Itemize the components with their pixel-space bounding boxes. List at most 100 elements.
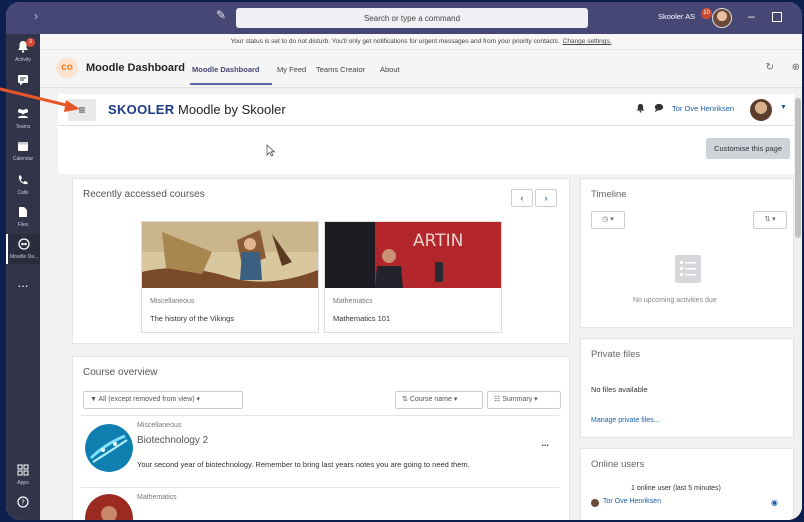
notification-bell-icon[interactable] — [636, 103, 645, 115]
maximize-icon[interactable] — [772, 12, 782, 22]
online-user-link[interactable]: Tor Ove Henriksen — [603, 498, 661, 505]
moodle-navbar: ≡ SKOOLER Moodle by Skooler Tor Ove Henr… — [58, 94, 796, 126]
view-dropdown[interactable]: ☷ Summary ▾ — [487, 391, 561, 409]
tab-moodle-dashboard[interactable]: Moodle Dashboard — [192, 65, 260, 74]
private-files-title: Private files — [591, 349, 641, 360]
biotechnology-thumbnail — [85, 424, 133, 472]
brand-text: Moodle by Skooler — [178, 102, 286, 117]
rail-item-activity[interactable]: 3 Activity — [6, 38, 40, 63]
customise-page-button[interactable]: Customise this page — [706, 138, 790, 159]
tab-teams-creator[interactable]: Teams Creator — [316, 65, 365, 74]
sort-label: Course name — [409, 396, 452, 403]
course-filter-dropdown[interactable]: ▼ All (except removed from view) ▾ — [83, 391, 243, 409]
globe-icon[interactable]: ⊕ — [792, 62, 800, 73]
online-user-avatar — [591, 499, 599, 507]
online-users-summary: 1 online user (last 5 minutes) — [631, 485, 721, 492]
view-label: Summary — [502, 396, 533, 403]
change-settings-link[interactable]: Change settings. — [563, 38, 612, 45]
site-brand[interactable]: SKOOLER Moodle by Skooler — [108, 102, 286, 117]
tab-about[interactable]: About — [380, 65, 400, 74]
title-bar: › ✎ Search or type a command Skooler AS … — [6, 2, 802, 34]
vikings-course-image — [142, 222, 318, 288]
overview-item-mathematics[interactable]: Mathematics — [81, 487, 559, 520]
user-name-link[interactable]: Tor Ove Henriksen — [672, 104, 734, 113]
mathematics-image-text: ARTIN — [413, 231, 463, 251]
calendar-icon — [6, 140, 40, 155]
sort-dropdown[interactable]: ⇅ Course name ▾ — [395, 391, 483, 409]
minimize-icon[interactable]: – — [748, 9, 755, 23]
refresh-icon[interactable]: ↻ — [766, 62, 774, 73]
online-users-title: Online users — [591, 459, 645, 470]
rail-item-chat[interactable] — [6, 74, 40, 89]
chat-icon — [6, 74, 40, 89]
scrollbar-thumb[interactable] — [795, 98, 801, 238]
rail-item-more[interactable]: ... — [6, 276, 40, 290]
overview-item-biotechnology[interactable]: Miscellaneous Biotechnology 2 Your secon… — [81, 415, 559, 483]
timeline-sort-button[interactable]: ⇅ ▾ — [753, 211, 787, 229]
chevron-down-icon: ▾ — [196, 396, 201, 403]
rail-item-moodle[interactable]: Moodle Da... — [6, 234, 40, 264]
app-header: co Moodle Dashboard Moodle Dashboard My … — [40, 50, 802, 88]
manage-private-files-link[interactable]: Manage private files... — [591, 417, 659, 424]
svg-text:?: ? — [21, 499, 25, 507]
sort-icon: ⇅ — [764, 216, 771, 223]
recent-courses-title: Recently accessed courses — [83, 189, 205, 200]
recent-courses-card: Recently accessed courses ‹ › Miscellane… — [72, 178, 570, 344]
rail-item-teams[interactable]: Teams — [6, 108, 40, 130]
eye-icon[interactable]: ◉ — [771, 498, 778, 507]
page-header: Customise this page — [58, 126, 796, 174]
app-rail: 3 Activity Teams Calendar Calls Files Mo… — [6, 34, 40, 520]
rail-item-help[interactable]: ? — [6, 496, 40, 511]
activity-badge: 3 — [26, 38, 35, 47]
filter-icon: ▼ — [90, 396, 97, 403]
prev-courses-button[interactable]: ‹ — [511, 189, 533, 207]
course-tile-mathematics[interactable]: ARTIN Mathematics Mathematics 101 — [324, 221, 502, 333]
filter-label: All (except removed from view) — [98, 396, 195, 403]
mathematics-course-image: ARTIN — [325, 222, 501, 288]
overview-course-name[interactable]: Biotechnology 2 — [137, 435, 208, 446]
back-icon[interactable]: › — [34, 9, 38, 23]
course-category: Mathematics — [333, 298, 373, 305]
user-avatar[interactable] — [750, 99, 772, 121]
course-menu-icon[interactable]: ... — [541, 438, 549, 448]
overview-course-description: Your second year of biotechnology. Remem… — [137, 460, 470, 469]
menu-icon[interactable]: ≡ — [68, 99, 96, 121]
rail-item-apps[interactable]: Apps — [6, 464, 40, 486]
app-title: Moodle Dashboard — [86, 62, 186, 74]
rail-item-calls[interactable]: Calls — [6, 174, 40, 196]
more-icon: ... — [17, 275, 29, 290]
timeline-filter-button[interactable]: ◷ ▾ — [591, 211, 625, 229]
mathematics-thumbnail — [85, 494, 133, 520]
rail-label: Files — [17, 222, 29, 228]
moodle-icon — [8, 238, 40, 253]
search-input[interactable]: Search or type a command — [236, 8, 588, 28]
rail-item-files[interactable]: Files — [6, 206, 40, 228]
moodle-logo-icon: co — [56, 58, 78, 78]
rail-label: Teams — [15, 124, 31, 130]
messages-icon[interactable] — [654, 103, 664, 114]
rail-label: Moodle Da... — [9, 254, 39, 260]
tab-my-feed[interactable]: My Feed — [277, 65, 306, 74]
course-tile-vikings[interactable]: Miscellaneous The history of the Vikings — [141, 221, 319, 333]
timeline-title: Timeline — [591, 189, 627, 200]
page-scrollbar[interactable] — [794, 88, 802, 520]
profile-avatar[interactable] — [712, 8, 732, 28]
rail-label: Calendar — [12, 156, 34, 162]
overview-course-category: Miscellaneous — [137, 422, 182, 429]
compose-icon[interactable]: ✎ — [216, 8, 232, 24]
next-courses-button[interactable]: › — [535, 189, 557, 207]
chevron-down-icon: ▾ — [453, 396, 458, 403]
help-icon: ? — [6, 496, 40, 511]
user-menu-caret-icon[interactable]: ▼ — [780, 104, 787, 111]
private-files-empty-text: No files available — [591, 385, 648, 394]
list-view-icon: ☷ — [494, 396, 501, 403]
timeline-card: Timeline ◷ ▾ ⇅ ▾ No upcoming activities … — [580, 178, 794, 328]
chevron-down-icon: ▾ — [534, 396, 538, 403]
timeline-empty-text: No upcoming activities due — [633, 297, 717, 304]
skooler-logo: SKOOLER — [108, 102, 175, 117]
org-name: Skooler AS — [658, 12, 696, 21]
teams-icon — [6, 108, 40, 123]
rail-item-calendar[interactable]: Calendar — [6, 140, 40, 162]
clock-icon: ◷ — [602, 216, 609, 223]
apps-icon — [6, 464, 40, 479]
